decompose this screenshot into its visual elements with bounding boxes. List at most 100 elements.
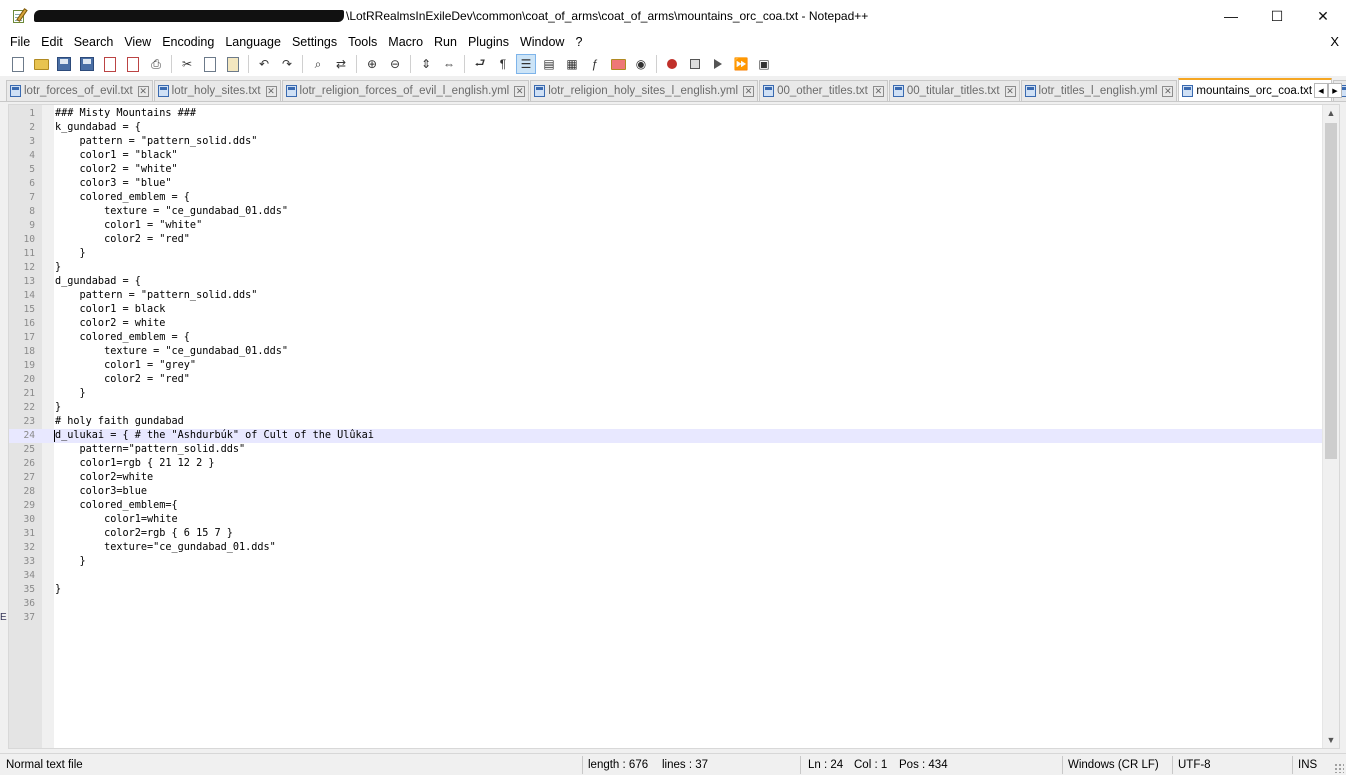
menu-window[interactable]: Window (514, 32, 569, 52)
tab-close-icon[interactable]: ✕ (265, 85, 277, 97)
paste-icon[interactable] (223, 54, 243, 74)
function-list-icon[interactable]: ƒ (585, 54, 605, 74)
code-line[interactable]: 34 (9, 569, 1323, 583)
code-line[interactable]: 24 d_ulukai = { # the "Ashdurbúk" of Cult… (9, 429, 1323, 443)
code-line[interactable]: 5 color2 = "white" (9, 163, 1323, 177)
menu-language[interactable]: Language (219, 32, 286, 52)
sync-horizontal-icon[interactable]: ⇔ (439, 54, 459, 74)
editor[interactable]: 1 ### Misty Mountains ### 2 k_gundabad = {3… (8, 104, 1340, 749)
scroll-down-icon[interactable]: ▼ (1323, 732, 1339, 748)
tab-lotr-forces-of-evil[interactable]: lotr_forces_of_evil.txt ✕ (6, 80, 153, 101)
menu-view[interactable]: View (118, 32, 156, 52)
tab-close-icon[interactable]: ✕ (743, 85, 755, 97)
code-line[interactable]: 33 } (9, 555, 1323, 569)
code-line[interactable]: 8 texture = "ce_gundabad_01.dds" (9, 205, 1323, 219)
menu-plugins[interactable]: Plugins (462, 32, 514, 52)
minimize-button[interactable]: — (1208, 0, 1254, 32)
tab-scroll-right-icon[interactable]: ▶ (1328, 83, 1342, 98)
tab-close-icon[interactable]: ✕ (514, 85, 526, 97)
close-document-button[interactable]: X (1330, 32, 1339, 52)
document-map-icon[interactable]: ▦ (562, 54, 582, 74)
code-line[interactable]: 18 texture = "ce_gundabad_01.dds" (9, 345, 1323, 359)
record-macro-icon[interactable] (662, 54, 682, 74)
redo-icon[interactable]: ↷ (277, 54, 297, 74)
code-line[interactable]: 19 color1 = "grey" (9, 359, 1323, 373)
menu-encoding[interactable]: Encoding (156, 32, 219, 52)
code-line[interactable]: 22} (9, 401, 1323, 415)
tab-mountains-orc-coa[interactable]: mountains_orc_coa.txt✕ (1178, 78, 1333, 101)
code-line[interactable]: 35} (9, 583, 1323, 597)
tab-lotr-religion-forces-of-evil[interactable]: lotr_religion_forces_of_evil_l_english.y… (281, 80, 530, 101)
code-line[interactable]: 30 color1=white (9, 513, 1323, 527)
menu-settings[interactable]: Settings (286, 32, 342, 52)
new-file-icon[interactable] (8, 54, 28, 74)
menu-file[interactable]: File (0, 32, 35, 52)
code-line[interactable]: 13 d_gundabad = { (9, 275, 1323, 289)
code-line[interactable]: 28 color3=blue (9, 485, 1323, 499)
sync-vertical-icon[interactable]: ⇕ (416, 54, 436, 74)
code-line[interactable]: 11 } (9, 247, 1323, 261)
print-icon[interactable]: ⎙ (146, 54, 166, 74)
code-line[interactable]: 32 texture="ce_gundabad_01.dds" (9, 541, 1323, 555)
close-icon[interactable] (100, 54, 120, 74)
tab-close-icon[interactable]: ✕ (137, 85, 149, 97)
code-line[interactable]: 26 color1=rgb { 21 12 2 } (9, 457, 1323, 471)
vertical-scrollbar[interactable]: ▲ ▼ (1322, 105, 1339, 748)
save-icon[interactable] (54, 54, 74, 74)
scroll-up-icon[interactable]: ▲ (1323, 105, 1339, 121)
monitoring-icon[interactable]: ◉ (631, 54, 651, 74)
word-wrap-icon[interactable]: ⮐ (470, 54, 490, 74)
menu-macro[interactable]: Macro (382, 32, 428, 52)
run-macro-multiple-icon[interactable]: ⏩ (731, 54, 751, 74)
tab-00-titular-titles[interactable]: 00_titular_titles.txt ✕ (888, 80, 1020, 101)
scrollbar-thumb[interactable] (1325, 123, 1337, 459)
code-line[interactable]: 20 color2 = "red" (9, 373, 1323, 387)
tab-close-icon[interactable]: ✕ (1162, 85, 1174, 97)
show-all-characters-icon[interactable]: ¶ (493, 54, 513, 74)
copy-icon[interactable] (200, 54, 220, 74)
code-line[interactable]: 10 color2 = "red" (9, 233, 1323, 247)
replace-icon[interactable]: ⇄ (331, 54, 351, 74)
code-line[interactable]: 1 ### Misty Mountains ### (9, 107, 1323, 121)
code-line[interactable]: 37 (9, 611, 1323, 625)
code-line[interactable]: 16 color2 = white (9, 317, 1323, 331)
zoom-out-icon[interactable]: ⊖ (385, 54, 405, 74)
folder-as-workspace-icon[interactable] (608, 54, 628, 74)
code-line[interactable]: 6 color3 = "blue" (9, 177, 1323, 191)
stop-recording-icon[interactable] (685, 54, 705, 74)
code-line[interactable]: 25 pattern="pattern_solid.dds" (9, 443, 1323, 457)
code-line[interactable]: 17 colored_emblem = { (9, 331, 1323, 345)
maximize-button[interactable]: ☐ (1254, 0, 1300, 32)
save-macro-icon[interactable]: ▣ (754, 54, 774, 74)
user-defined-language-icon[interactable]: ▤ (539, 54, 559, 74)
zoom-in-icon[interactable]: ⊕ (362, 54, 382, 74)
code-line[interactable]: 23 # holy faith gundabad (9, 415, 1323, 429)
menu-help[interactable]: ? (569, 32, 587, 52)
code-line[interactable]: 21 } (9, 387, 1323, 401)
tab-close-icon[interactable]: ✕ (1004, 85, 1016, 97)
tab-scroll-left-icon[interactable]: ◀ (1314, 83, 1328, 98)
tab-lotr-religion-holy-sites[interactable]: lotr_religion_holy_sites_l_english.yml ✕ (530, 80, 759, 101)
save-all-icon[interactable] (77, 54, 97, 74)
code-line[interactable]: 4 color1 = "black" (9, 149, 1323, 163)
code-line[interactable]: 27 color2=white (9, 471, 1323, 485)
menu-search[interactable]: Search (68, 32, 119, 52)
code-line[interactable]: 9 color1 = "white" (9, 219, 1323, 233)
resize-grip[interactable] (1334, 763, 1344, 773)
code-line[interactable]: 2 k_gundabad = { (9, 121, 1323, 135)
code-line[interactable]: 3 pattern = "pattern_solid.dds" (9, 135, 1323, 149)
open-file-icon[interactable] (31, 54, 51, 74)
code-line[interactable]: 14 pattern = "pattern_solid.dds" (9, 289, 1323, 303)
code-line[interactable]: 7 colored_emblem = { (9, 191, 1323, 205)
code-area[interactable]: 1 ### Misty Mountains ### 2 k_gundabad = {3… (9, 107, 1323, 625)
code-line[interactable]: 36 (9, 597, 1323, 611)
code-line[interactable]: 31 color2=rgb { 6 15 7 } (9, 527, 1323, 541)
close-all-icon[interactable] (123, 54, 143, 74)
menu-run[interactable]: Run (428, 32, 462, 52)
indent-guide-icon[interactable]: ☰ (516, 54, 536, 74)
close-window-button[interactable]: ✕ (1300, 0, 1346, 32)
playback-macro-icon[interactable] (708, 54, 728, 74)
code-line[interactable]: 29 colored_emblem={ (9, 499, 1323, 513)
tab-lotr-holy-sites[interactable]: lotr_holy_sites.txt ✕ (153, 80, 281, 101)
tab-close-icon[interactable]: ✕ (872, 85, 884, 97)
